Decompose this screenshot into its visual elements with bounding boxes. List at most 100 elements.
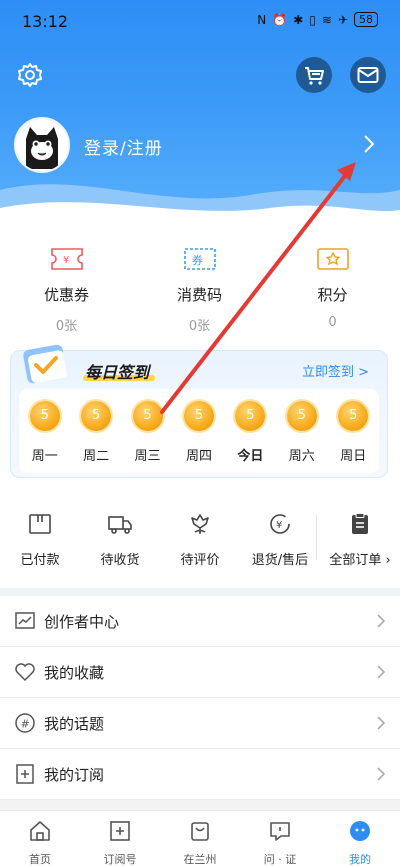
checkin-day[interactable]: 5 周四	[177, 401, 221, 473]
wallet-value: 0张	[55, 319, 78, 334]
message-button[interactable]	[350, 57, 386, 93]
order-label: 全部订单 ›	[320, 549, 400, 568]
order-to-receive[interactable]: 待收货	[80, 508, 160, 574]
nfc-icon: N	[257, 12, 267, 27]
tab-label: 订阅号	[103, 853, 137, 866]
order-label-text: 全部订单	[329, 553, 382, 568]
wifi-icon: ≋	[321, 12, 332, 27]
checkin-day-today[interactable]: 5 今日	[228, 401, 272, 473]
svg-text:#: #	[21, 718, 30, 731]
account-panel: ¥ 优惠券 0张 券 消费码 0张 积分 0 每日签到 立即签到 > 5 周一 …	[0, 218, 400, 588]
review-icon	[191, 514, 209, 534]
checkin-day[interactable]: 5 周六	[280, 401, 324, 473]
settings-button[interactable]	[12, 57, 48, 93]
points-icon	[316, 248, 349, 270]
cart-icon	[305, 67, 324, 85]
daily-checkin-card: 每日签到 立即签到 > 5 周一 5 周二 5 周三 5 周四 5 今日 5 周六 5 周日	[10, 344, 388, 478]
tab-home[interactable]: 首页	[0, 811, 80, 866]
day-label: 周六	[288, 449, 315, 464]
checkin-day[interactable]: 5 周三	[126, 401, 170, 473]
wallet-value: 0张	[188, 319, 211, 334]
chat-icon	[270, 822, 290, 841]
day-label: 周四	[185, 449, 212, 464]
checkin-day[interactable]: 5 周一	[23, 401, 67, 473]
status-time: 13:12	[22, 12, 69, 31]
svg-text:¥: ¥	[63, 255, 69, 266]
wallet-item-coupon[interactable]: ¥ 优惠券 0张	[0, 246, 133, 334]
divider	[316, 514, 317, 560]
wallet-label: 优惠券	[43, 286, 89, 304]
menu-list: 创作者中心 我的收藏 # 我的话题 我的订阅	[0, 596, 400, 800]
wallet-item-voucher[interactable]: 券 消费码 0张	[133, 246, 266, 334]
menu-item-creator-center[interactable]: 创作者中心	[0, 596, 400, 647]
tab-mine[interactable]: 我的	[320, 811, 400, 866]
profile-header: 13:12 N ⏰ ✱ ▯ ≋ ✈ 58 登录/注册	[0, 0, 400, 228]
order-to-review[interactable]: 待评价	[160, 508, 240, 574]
chevron-right-icon	[377, 614, 386, 628]
clipboard-icon	[352, 513, 368, 534]
chevron-right-icon	[377, 767, 386, 781]
chevron-right-icon	[377, 716, 386, 730]
cart-button[interactable]	[296, 57, 332, 93]
battery-icon: 58	[354, 12, 378, 27]
order-status-row: 已付款 待收货 待评价 ¥ 退货/售后 全部订单 ›	[0, 508, 400, 574]
tab-label: 我的	[349, 853, 371, 866]
tab-label: 在兰州	[183, 853, 217, 866]
chart-icon	[15, 612, 35, 629]
checkin-now-link[interactable]: 立即签到 >	[302, 361, 369, 380]
chevron-right-icon: ›	[385, 553, 391, 568]
bottom-tab-bar: 首页 订阅号 在兰州 问 · 证 我的	[0, 810, 400, 866]
checkin-day[interactable]: 5 周二	[74, 401, 118, 473]
cat-avatar-icon	[26, 127, 58, 169]
wallet-label: 积分	[317, 286, 348, 304]
menu-item-favorites[interactable]: 我的收藏	[0, 647, 400, 698]
menu-item-label: 创作者中心	[44, 613, 120, 631]
status-bar: 13:12 N ⏰ ✱ ▯ ≋ ✈ 58	[0, 0, 400, 42]
coupon-icon: ¥	[50, 248, 83, 270]
day-label: 周日	[340, 449, 367, 464]
tab-ask[interactable]: 问 · 证	[240, 811, 320, 866]
svg-text:¥: ¥	[276, 520, 282, 531]
day-label: 周三	[134, 449, 161, 464]
checkin-day[interactable]: 5 周日	[331, 401, 375, 473]
tab-subscriptions[interactable]: 订阅号	[80, 811, 160, 866]
menu-item-topics[interactable]: # 我的话题	[0, 698, 400, 749]
bag-icon	[191, 822, 209, 841]
plus-box-icon	[110, 821, 130, 841]
home-icon	[30, 821, 50, 841]
day-label: 今日	[237, 449, 264, 464]
bluetooth-icon: ✱	[293, 12, 304, 27]
profile-face-icon	[350, 821, 370, 841]
login-register-link[interactable]: 登录/注册	[84, 134, 163, 159]
paid-icon	[29, 514, 51, 534]
menu-item-subscriptions[interactable]: 我的订阅	[0, 749, 400, 800]
coin-icon: 5	[81, 401, 112, 431]
checkin-days: 5 周一 5 周二 5 周三 5 周四 5 今日 5 周六 5 周日	[19, 389, 379, 473]
coin-icon: 5	[183, 401, 214, 431]
calendar-check-icon	[23, 344, 67, 384]
subscribe-icon	[16, 764, 34, 784]
coin-icon: 5	[338, 401, 369, 431]
tab-lanzhou[interactable]: 在兰州	[160, 811, 240, 866]
truck-icon	[108, 516, 132, 534]
hashtag-icon: #	[15, 713, 35, 733]
voucher-icon: 券	[183, 248, 216, 270]
order-refund[interactable]: ¥ 退货/售后	[240, 508, 320, 574]
day-label: 周一	[31, 449, 58, 464]
order-paid[interactable]: 已付款	[0, 508, 80, 574]
wallet-label: 消费码	[176, 286, 222, 304]
order-all[interactable]: 全部订单 ›	[320, 508, 400, 574]
status-icons: N ⏰ ✱ ▯ ≋ ✈ 58	[257, 12, 378, 27]
wallet-value: 0	[328, 315, 337, 330]
vibrate-icon: ▯	[309, 12, 316, 27]
menu-item-label: 我的话题	[44, 715, 105, 733]
chevron-right-icon	[377, 665, 386, 679]
chevron-right-icon[interactable]	[362, 134, 376, 154]
wallet-row: ¥ 优惠券 0张 券 消费码 0张 积分 0	[0, 246, 400, 334]
refund-icon: ¥	[270, 514, 290, 534]
tab-label: 问 · 证	[263, 853, 297, 866]
avatar[interactable]	[14, 117, 70, 173]
order-label: 待评价	[180, 553, 220, 568]
wallet-item-points[interactable]: 积分 0	[266, 246, 399, 334]
order-label: 已付款	[20, 553, 60, 568]
